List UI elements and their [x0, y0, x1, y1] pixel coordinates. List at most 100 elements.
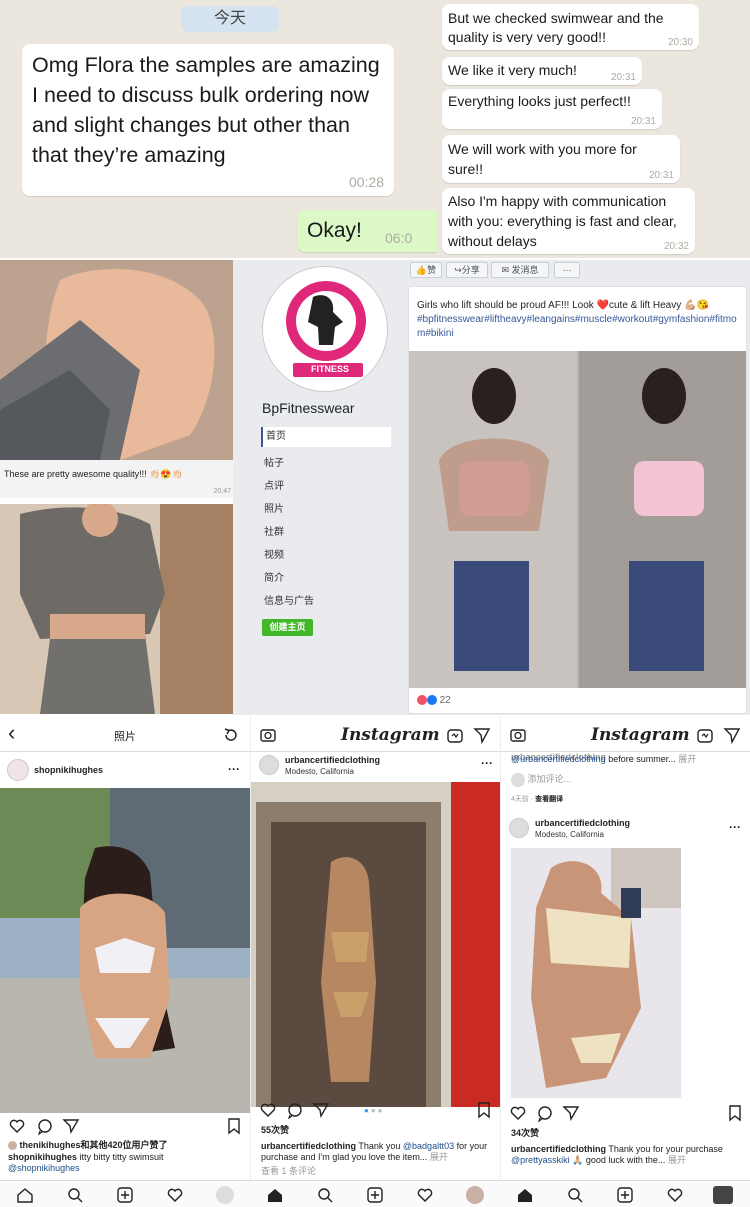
- post-caption: shopnikihughes itty bitty titty swimsuit: [8, 1152, 164, 1162]
- prev-post-time: 4天前 · 查看翻译: [511, 796, 564, 803]
- avatar[interactable]: [7, 759, 29, 781]
- post-tags: #bpfitnesswear#liftheavy#leangains#muscl…: [417, 314, 737, 339]
- message-bubble: Omg Flora the samples are amazing I need…: [22, 44, 394, 196]
- add-icon[interactable]: [616, 1186, 634, 1204]
- ig-post-header: shopnikihughes ···: [0, 752, 250, 788]
- message-text: Everything looks just perfect!!: [448, 93, 631, 109]
- chat-screenshot-left: 今天 Omg Flora the samples are amazing I n…: [0, 0, 437, 258]
- comment-icon[interactable]: [536, 1104, 554, 1122]
- message-time: 20:30: [667, 37, 693, 48]
- home-icon[interactable]: [266, 1186, 284, 1204]
- igtv-icon[interactable]: [696, 726, 714, 744]
- liked-avatar: [8, 1141, 17, 1151]
- activity-icon[interactable]: [416, 1186, 434, 1204]
- post-actions: [251, 1098, 501, 1122]
- profile-avatar[interactable]: [713, 1186, 733, 1204]
- logo-badge: FITNESS: [293, 363, 363, 377]
- search-icon[interactable]: [566, 1186, 584, 1204]
- more-icon[interactable]: ···: [729, 820, 741, 834]
- liked-by: thenikihughes和其他420位用户赞了: [8, 1140, 248, 1151]
- header-title: 照片: [114, 731, 136, 743]
- ig-panel-3: Instagram urbancertifiedclothing @urbanc…: [500, 716, 750, 1207]
- message-time: 00:28: [348, 174, 384, 190]
- post-username[interactable]: shopnikihughes: [34, 765, 103, 775]
- refresh-icon[interactable]: [222, 726, 240, 744]
- comment-icon[interactable]: [36, 1117, 54, 1135]
- nav-item-photos[interactable]: 照片: [264, 500, 284, 515]
- direct-icon[interactable]: [473, 726, 491, 744]
- more-button[interactable]: ···: [554, 262, 580, 278]
- share-icon[interactable]: [62, 1117, 80, 1135]
- camera-icon[interactable]: [259, 726, 277, 744]
- logo-text: FITNESS: [311, 364, 350, 374]
- camera-icon[interactable]: [509, 726, 527, 744]
- bookmark-icon[interactable]: [727, 1104, 743, 1122]
- nav-item-home[interactable]: 首页: [261, 427, 391, 447]
- like-button[interactable]: 👍赞: [410, 262, 442, 278]
- nav-item-videos[interactable]: 视频: [264, 546, 284, 561]
- activity-icon[interactable]: [666, 1186, 684, 1204]
- mirror-selfie-illustration: [251, 782, 501, 1107]
- heart-icon[interactable]: [8, 1117, 26, 1135]
- nav-item-ads[interactable]: 信息与广告: [264, 592, 314, 607]
- message-time: 20:31: [648, 170, 674, 181]
- message-bubble: But we checked swimwear and the quality …: [442, 4, 699, 50]
- comment-avatar: [511, 772, 525, 787]
- crop-top-photo: [0, 504, 233, 714]
- caption-mention[interactable]: @shopnikihughes: [8, 1163, 80, 1174]
- message-text: We will work with you more for sure!!: [448, 141, 637, 177]
- view-comments[interactable]: 查看 1 条评论: [261, 1166, 316, 1177]
- share-icon: ↪: [454, 265, 462, 275]
- instagram-logo: Instagram: [591, 725, 690, 745]
- bookmark-icon[interactable]: [226, 1117, 242, 1135]
- add-comment[interactable]: 添加评论...: [511, 772, 571, 787]
- search-icon[interactable]: [66, 1186, 84, 1204]
- reply-bubble: Okay! 06:0: [297, 210, 437, 252]
- post-photo: [409, 351, 746, 688]
- back-icon[interactable]: ‹: [8, 720, 15, 746]
- message-time: 20:32: [663, 241, 689, 252]
- more-icon[interactable]: ···: [228, 762, 240, 776]
- heart-icon[interactable]: [259, 1101, 277, 1119]
- more-icon[interactable]: ···: [481, 756, 493, 770]
- likes-count: 55次赞: [261, 1125, 290, 1135]
- crop-top-illustration: [0, 504, 233, 714]
- post-username[interactable]: urbancertifiedclothing: [535, 818, 630, 828]
- heart-icon[interactable]: [509, 1104, 527, 1122]
- share-icon[interactable]: [562, 1104, 580, 1122]
- bookmark-icon[interactable]: [476, 1101, 492, 1119]
- glove-caption-bubble: These are pretty awesome quality!!! 👏🏻😍👏…: [0, 460, 233, 498]
- share-button[interactable]: ↪分享: [446, 262, 488, 278]
- direct-icon[interactable]: [723, 726, 741, 744]
- profile-avatar[interactable]: [466, 1186, 484, 1204]
- post-location[interactable]: Modesto, California: [285, 767, 354, 776]
- nav-item-posts[interactable]: 帖子: [264, 454, 284, 469]
- post-location[interactable]: Modesto, California: [535, 830, 604, 839]
- glove-caption: These are pretty awesome quality!!! 👏🏻😍👏…: [4, 469, 183, 479]
- avatar[interactable]: [509, 818, 529, 838]
- avatar[interactable]: [259, 755, 279, 775]
- ig-post-header: urbancertifiedclothing Modesto, Californ…: [501, 814, 750, 846]
- comment-icon[interactable]: [286, 1101, 304, 1119]
- add-icon[interactable]: [116, 1186, 134, 1204]
- nav-item-reviews[interactable]: 点评: [264, 477, 284, 492]
- profile-avatar[interactable]: [216, 1186, 234, 1204]
- search-icon[interactable]: [316, 1186, 334, 1204]
- page-name: BpFitnesswear: [262, 400, 355, 416]
- mirror-selfie-illustration: [511, 848, 681, 1098]
- share-icon[interactable]: [312, 1101, 330, 1119]
- message-button[interactable]: ✉ 发消息: [491, 262, 549, 278]
- like-reaction-icon: [426, 695, 437, 706]
- igtv-icon[interactable]: [446, 726, 464, 744]
- activity-icon[interactable]: [166, 1186, 184, 1204]
- nav-item-about[interactable]: 简介: [264, 569, 284, 584]
- home-icon[interactable]: [516, 1186, 534, 1204]
- post-username[interactable]: urbancertifiedclothing: [285, 755, 380, 765]
- reply-time: 06:0: [385, 230, 413, 246]
- nav-item-groups[interactable]: 社群: [264, 523, 284, 538]
- message-time: 20:31: [630, 116, 656, 127]
- reactions: 22: [417, 695, 451, 706]
- add-icon[interactable]: [366, 1186, 384, 1204]
- home-icon[interactable]: [16, 1186, 34, 1204]
- create-page-button[interactable]: 创建主页: [262, 619, 313, 636]
